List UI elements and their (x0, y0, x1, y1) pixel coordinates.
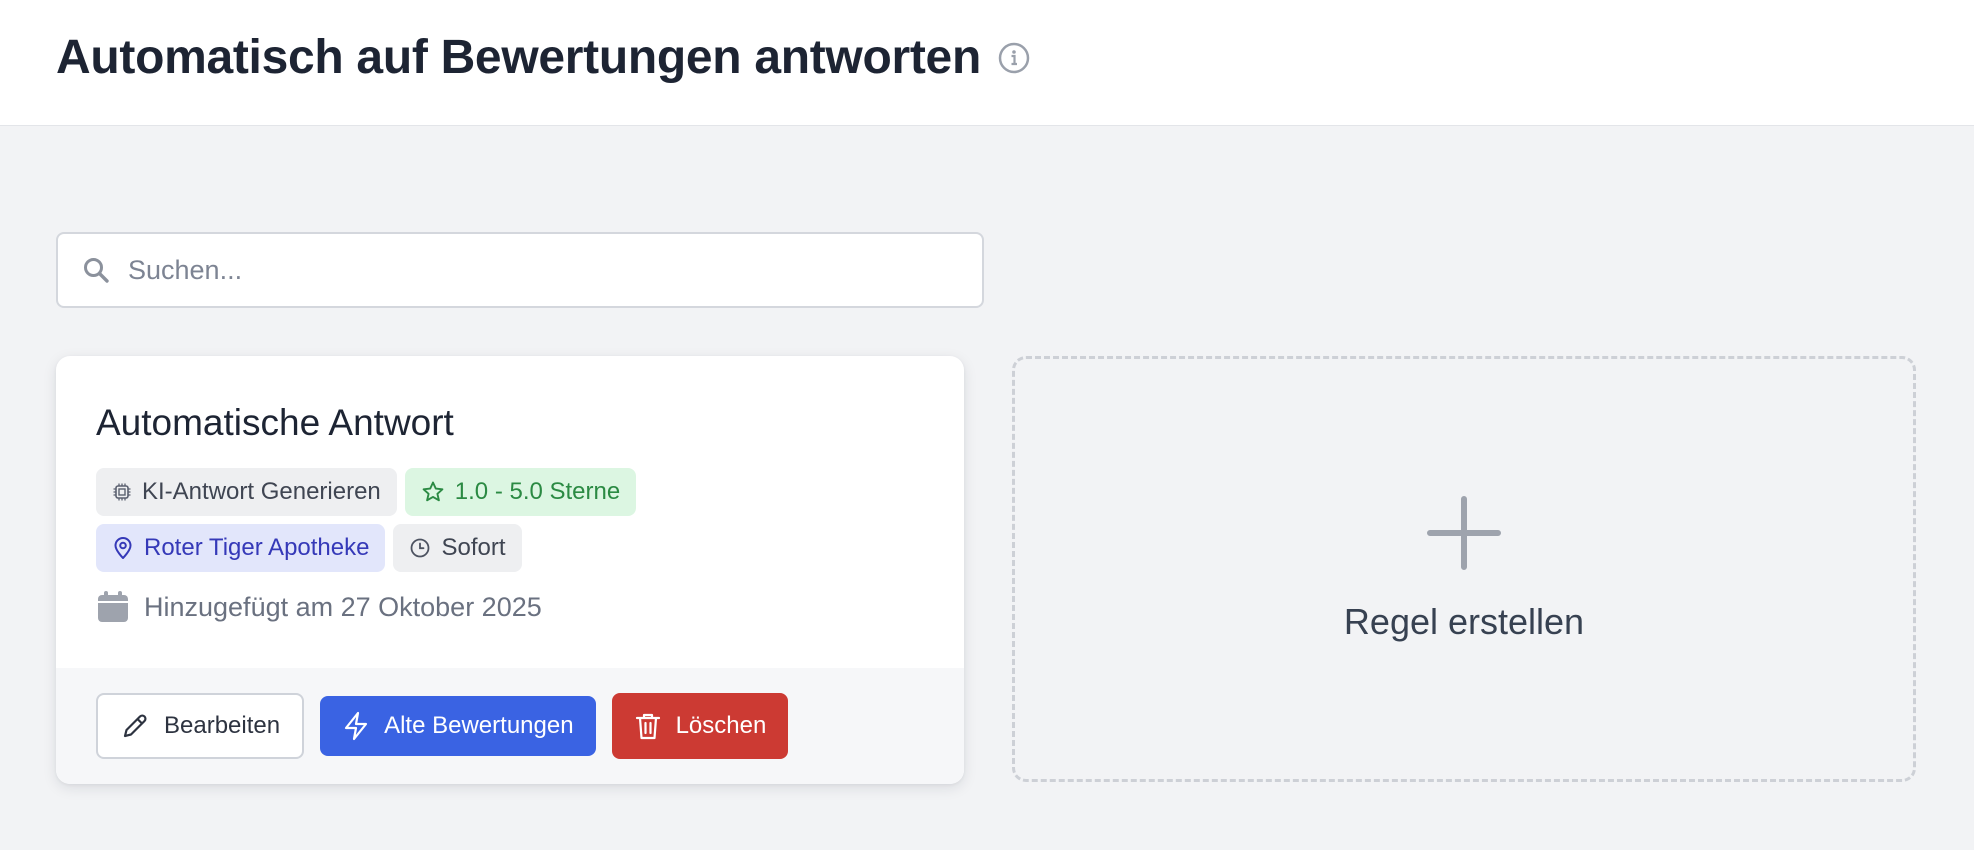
old-reviews-button[interactable]: Alte Bewertungen (320, 696, 596, 756)
tag-rating-label: 1.0 - 5.0 Sterne (454, 478, 621, 505)
search-box[interactable] (56, 232, 984, 308)
tag-location-label: Roter Tiger Apotheke (144, 534, 370, 561)
old-reviews-button-label: Alte Bewertungen (384, 712, 574, 739)
tag-timing: Sofort (393, 524, 522, 572)
create-rule-card[interactable]: Regel erstellen (1012, 356, 1916, 782)
page-header: Automatisch auf Bewertungen antworten (0, 0, 1974, 126)
search-input[interactable] (128, 254, 948, 286)
edit-button[interactable]: Bearbeiten (96, 693, 305, 759)
tag-ai-label: KI-Antwort Generieren (142, 478, 381, 505)
page-title: Automatisch auf Bewertungen antworten (56, 31, 981, 84)
added-date: Hinzugefügt am 27 Oktober 2025 (96, 590, 542, 624)
delete-button-label: Löschen (675, 712, 767, 739)
create-rule-label: Regel erstellen (1343, 601, 1585, 642)
chip-icon (113, 483, 131, 501)
rule-tags: KI-Antwort Generieren 1.0 - 5.0 Sterne R… (96, 468, 936, 580)
clock-icon (411, 538, 430, 558)
delete-button[interactable]: Löschen (611, 693, 789, 759)
edit-button-label: Bearbeiten (164, 712, 281, 739)
calendar-icon (98, 591, 128, 622)
tag-location: Roter Tiger Apotheke (96, 524, 386, 572)
pencil-icon (123, 714, 147, 738)
info-icon[interactable] (997, 41, 1031, 75)
rule-title: Automatische Antwort (96, 402, 454, 443)
lightning-icon (344, 711, 368, 741)
tag-rating: 1.0 - 5.0 Sterne (404, 468, 637, 516)
plus-icon (1427, 496, 1501, 570)
star-icon (422, 481, 444, 502)
search-icon (82, 256, 110, 284)
tag-ai-response: KI-Antwort Generieren (96, 468, 397, 516)
added-date-text: Hinzugefügt am 27 Oktober 2025 (144, 591, 542, 622)
tag-timing-label: Sofort (441, 534, 506, 561)
card-actions: Bearbeiten Alte Bewertungen Löschen (56, 668, 964, 784)
map-pin-icon (114, 537, 132, 559)
trash-icon (635, 713, 660, 740)
rule-card: Automatische Antwort KI-Antwort Generier… (56, 356, 964, 784)
